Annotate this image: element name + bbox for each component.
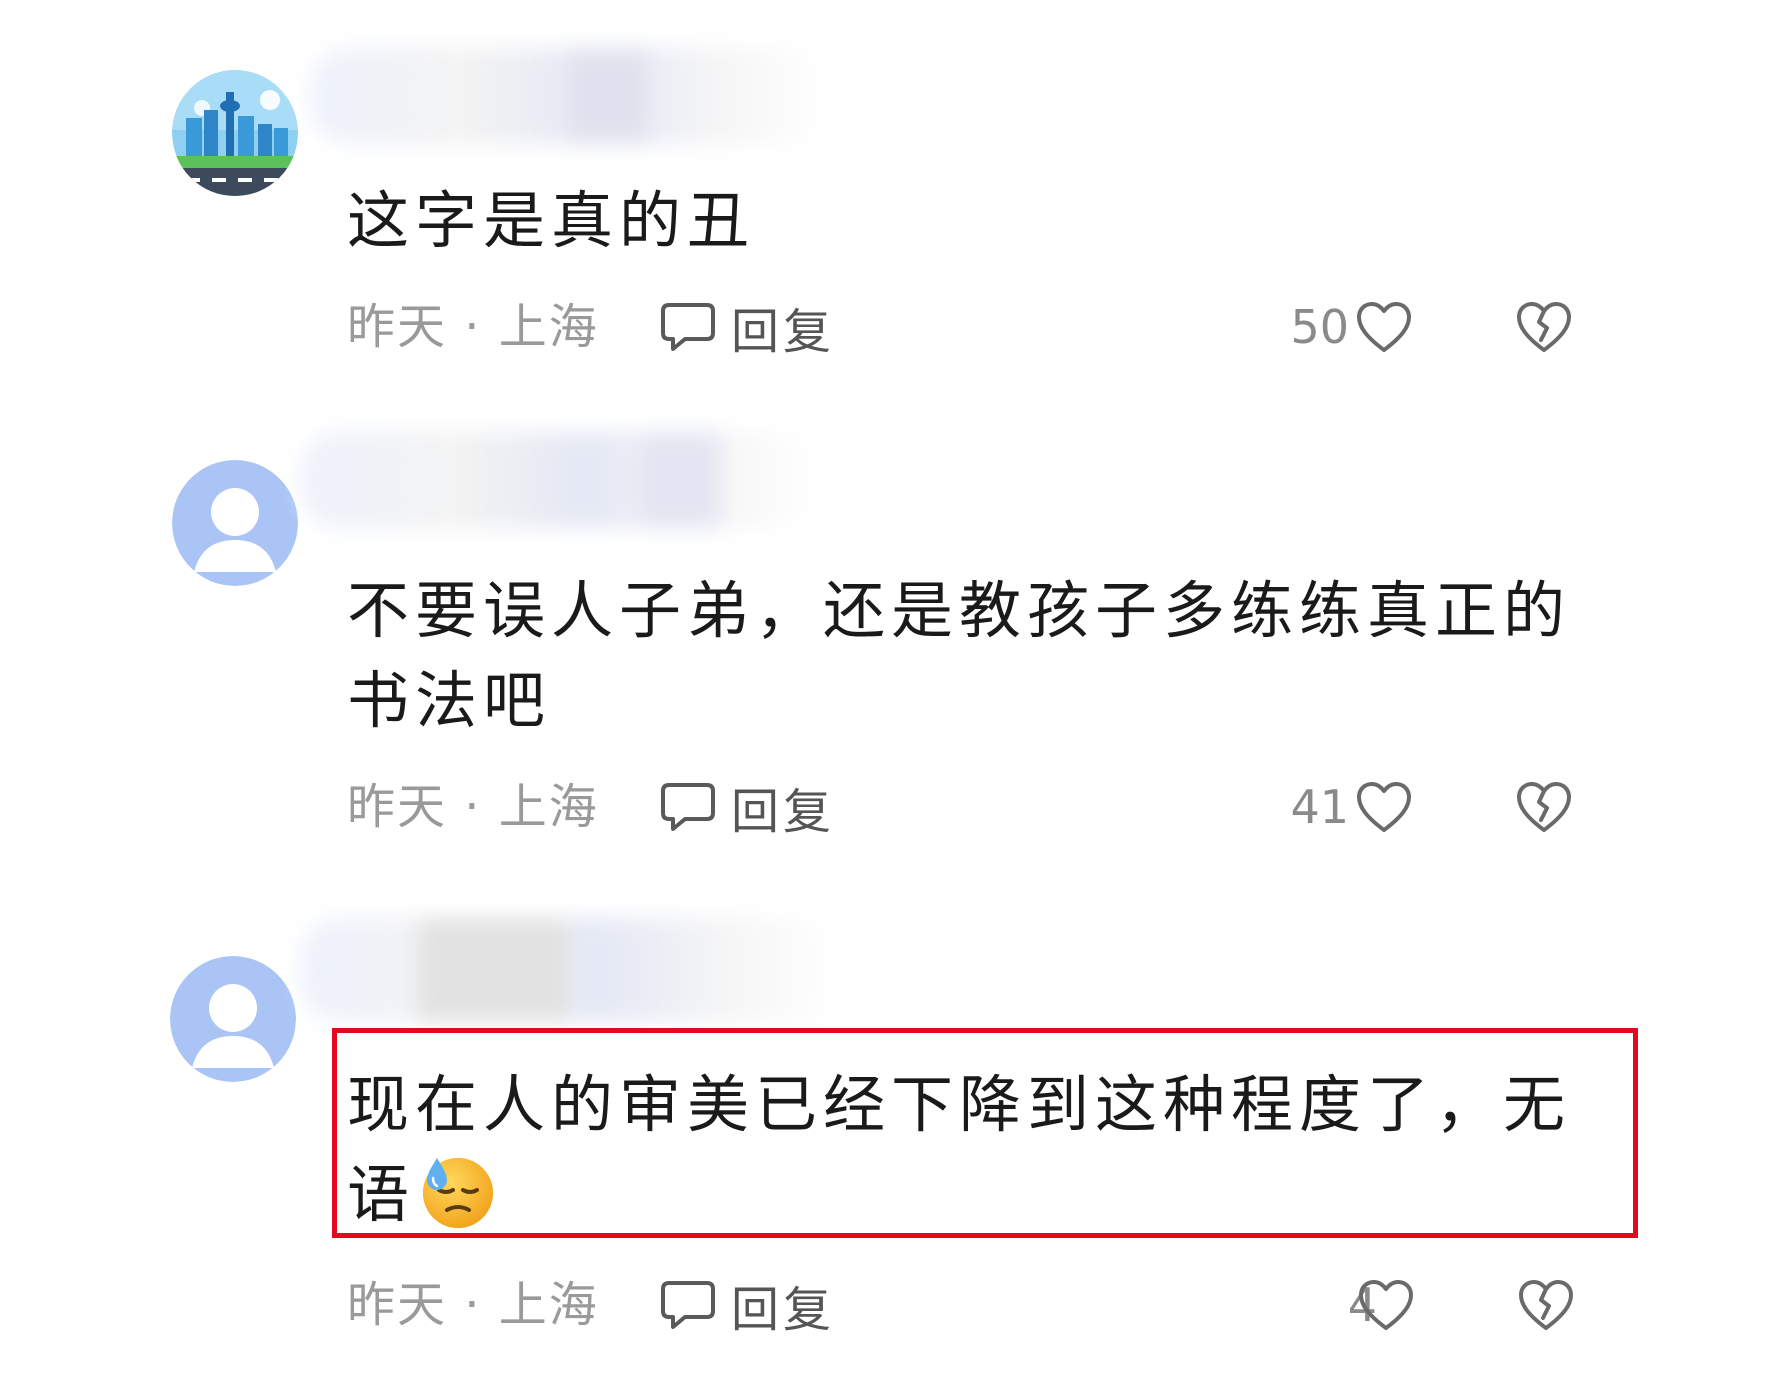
heart-outline-icon [1357,302,1411,352]
comment-text: 现在人的审美已经下降到这种程度了，无语 [347,1060,1597,1254]
time-location: 昨天 · 上海 [347,299,599,355]
default-avatar-icon [172,460,298,586]
comment-text: 不要误人子弟，还是教孩子多练练真正的书法吧 [347,574,1572,737]
dislike-button[interactable] [1515,300,1573,366]
reply-button[interactable]: 回复 [659,772,835,842]
like-button[interactable] [1357,1278,1415,1344]
reply-label: 回复 [731,1282,836,1338]
reply-label: 回复 [731,304,836,360]
time-location: 昨天 · 上海 [347,1277,599,1333]
downcast-sweat-face-icon [419,1152,497,1254]
broken-heart-icon [1517,302,1571,352]
like-count: 50 [1290,300,1349,354]
speech-bubble-icon [661,303,715,351]
heart-outline-icon [1357,782,1411,832]
broken-heart-icon [1517,782,1571,832]
reply-button[interactable]: 回复 [659,292,835,362]
user-avatar[interactable] [170,956,296,1082]
username-redacted [300,918,840,1022]
speech-bubble-icon [661,783,715,831]
broken-heart-icon [1519,1280,1573,1330]
heart-outline-icon [1359,1280,1413,1330]
like-button[interactable] [1355,300,1413,366]
time-location: 昨天 · 上海 [347,779,599,835]
comment-meta: 昨天 · 上海 回复 41 [347,772,1775,842]
like-count: 41 [1290,780,1349,834]
speech-bubble-icon [661,1281,715,1329]
comment-meta: 昨天 · 上海 回复 4 [347,1270,1775,1340]
reply-label: 回复 [731,784,836,840]
comment-text-content: 现在人的审美已经下降到这种程度了，无语 [347,1068,1572,1231]
like-button[interactable] [1355,780,1413,846]
reply-button[interactable]: 回复 [659,1270,835,1340]
city-skyline-icon [172,70,298,196]
user-avatar[interactable] [172,460,298,586]
default-avatar-icon [170,956,296,1082]
dislike-button[interactable] [1515,780,1573,846]
comment-text: 这字是真的丑 [347,184,756,257]
username-redacted [300,432,820,528]
dislike-button[interactable] [1517,1278,1575,1344]
username-redacted [310,48,830,144]
comment-meta: 昨天 · 上海 回复 50 [347,292,1775,362]
user-avatar[interactable] [172,70,298,196]
